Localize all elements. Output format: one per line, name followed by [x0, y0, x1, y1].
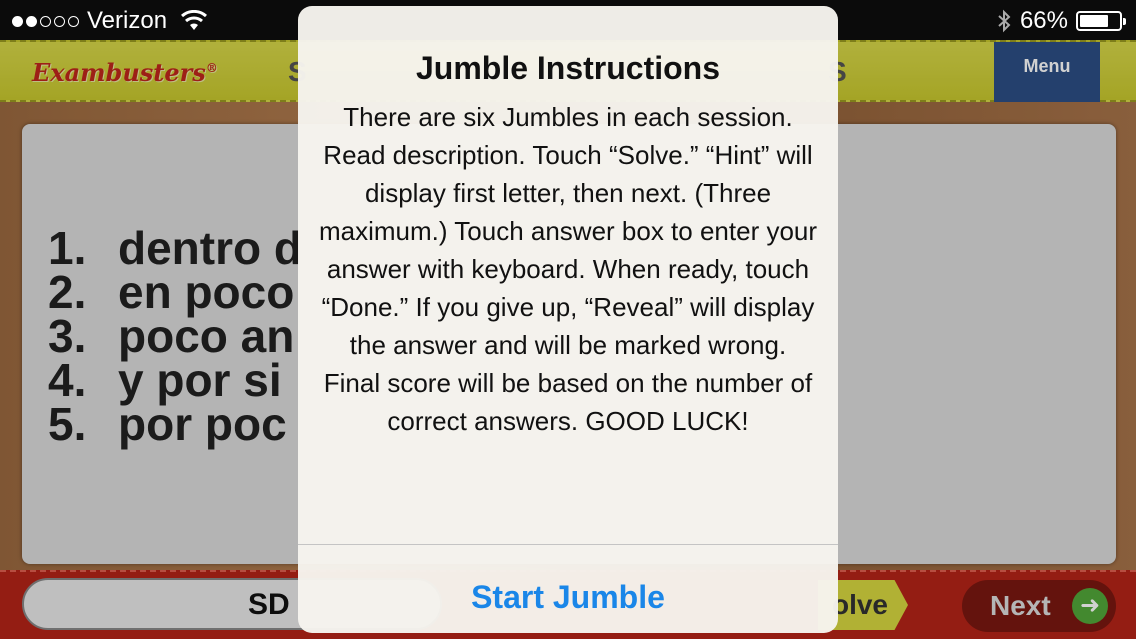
dialog-title: Jumble Instructions	[415, 50, 721, 86]
instructions-dialog: Jumble Instructions There are six Jumble…	[298, 6, 838, 633]
wifi-icon	[181, 10, 208, 30]
carrier-name: Verizon	[87, 7, 168, 34]
bluetooth-icon	[998, 9, 1011, 33]
signal-strength-icon	[12, 15, 79, 27]
dialog-message: There are six Jumbles in each session. R…	[318, 102, 818, 436]
battery-percent: 66%	[1019, 7, 1068, 34]
battery-icon	[1076, 11, 1126, 31]
start-jumble-button[interactable]: Start Jumble	[298, 545, 838, 633]
